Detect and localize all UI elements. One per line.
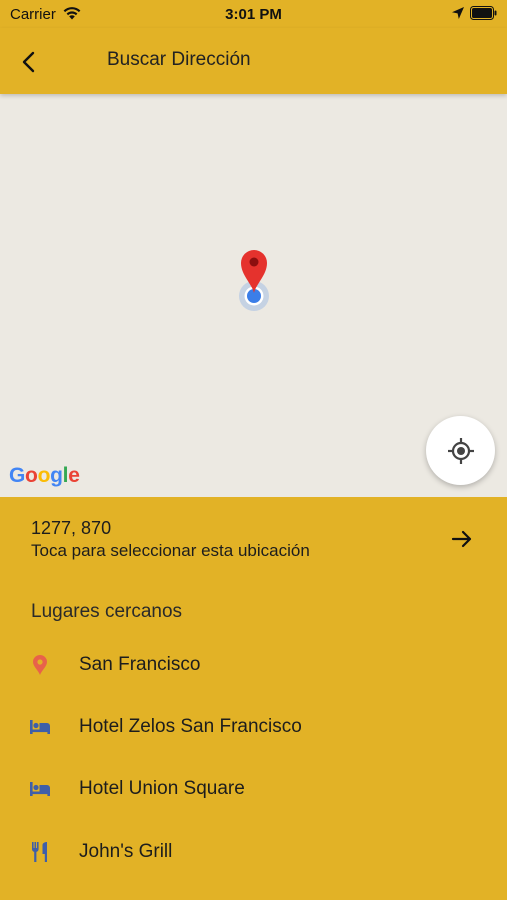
location-arrow-icon <box>452 7 464 19</box>
google-logo-letter: e <box>68 464 80 487</box>
select-location-hint: Toca para seleccionar esta ubicación <box>31 541 310 560</box>
arrow-right-icon[interactable] <box>450 527 474 551</box>
select-location-row[interactable]: 1277, 870 Toca para seleccionar esta ubi… <box>0 497 507 585</box>
place-label: San Francisco <box>79 654 201 675</box>
place-label: Hotel Union Square <box>79 778 245 799</box>
clock-time: 3:01 PM <box>225 6 282 23</box>
list-item-hotel-zelos[interactable]: Hotel Zelos San Francisco <box>0 696 507 758</box>
crosshair-icon <box>447 437 474 464</box>
place-label: Hotel Zelos San Francisco <box>79 716 302 737</box>
status-bar: Carrier 3:01 PM <box>0 0 507 28</box>
map-view[interactable]: Google <box>0 94 507 497</box>
screen: Carrier 3:01 PM Buscar Dirección Google … <box>0 0 507 900</box>
google-logo-letter: G <box>9 464 26 487</box>
my-location-button[interactable] <box>426 416 495 485</box>
restaurant-icon <box>31 842 47 862</box>
app-bar: Buscar Dirección <box>0 28 507 94</box>
list-item-hotel-union-square[interactable]: Hotel Union Square <box>0 758 507 820</box>
google-logo: Google <box>9 464 80 488</box>
google-logo-letter: g <box>50 464 63 487</box>
place-label: John's Grill <box>79 841 173 862</box>
google-logo-letter: o <box>37 464 51 487</box>
map-pin-icon[interactable] <box>238 248 270 294</box>
coordinates-text: 1277, 870 <box>31 518 112 538</box>
page-title: Buscar Dirección <box>107 49 251 70</box>
list-item-johns-grill[interactable]: John's Grill <box>0 821 507 883</box>
chevron-left-icon <box>22 51 35 73</box>
back-button[interactable] <box>12 45 46 79</box>
hotel-bed-icon <box>30 782 50 796</box>
hotel-bed-icon <box>30 720 50 734</box>
battery-icon <box>470 6 497 20</box>
google-logo-letter: o <box>25 464 38 487</box>
nearby-places-heading: Lugares cercanos <box>31 601 183 622</box>
list-item-san-francisco[interactable]: San Francisco <box>0 634 507 696</box>
place-pin-icon <box>33 655 47 675</box>
